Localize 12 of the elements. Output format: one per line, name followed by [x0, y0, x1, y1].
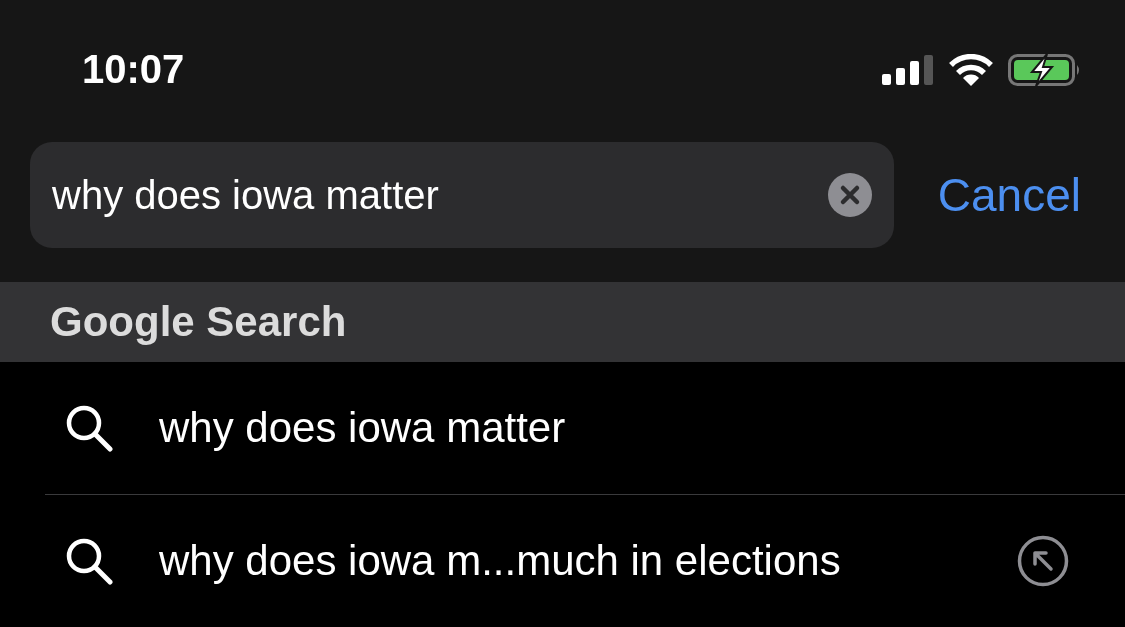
search-field[interactable]: why does iowa matter: [30, 142, 894, 248]
clock-time: 10:07: [82, 46, 185, 92]
search-icon: [65, 537, 113, 585]
suggestion-row[interactable]: why does iowa matter: [45, 362, 1125, 495]
battery-charging-icon: [1008, 54, 1082, 86]
wifi-icon: [948, 54, 994, 86]
section-title: Google Search: [50, 298, 347, 346]
clear-icon[interactable]: [827, 173, 872, 217]
suggestion-row[interactable]: why does iowa m...much in elections: [45, 495, 1125, 627]
signal-icon: [882, 55, 934, 85]
search-icon: [65, 404, 113, 452]
cancel-button[interactable]: Cancel: [937, 168, 1081, 222]
